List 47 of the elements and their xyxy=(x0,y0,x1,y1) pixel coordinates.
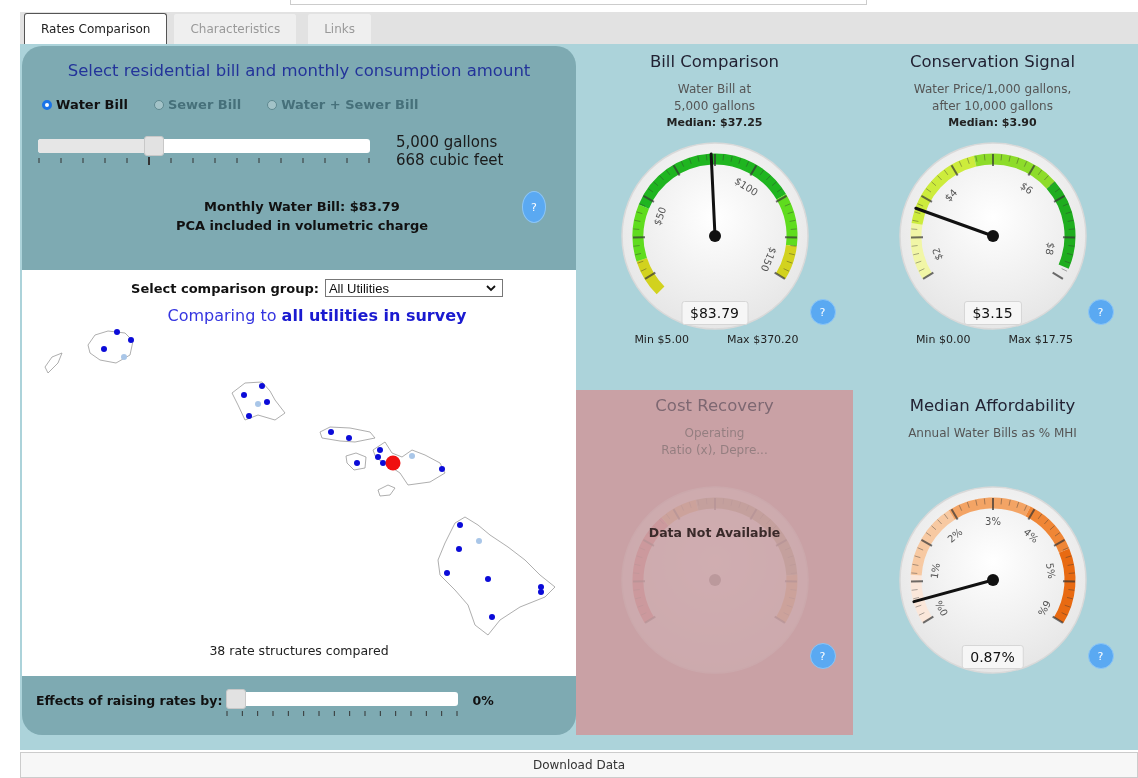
bill-summary: Monthly Water Bill: $83.79 xyxy=(204,199,400,214)
gauge-value: 0.87% xyxy=(961,645,1024,669)
structure-count: 38 rate structures compared xyxy=(209,643,389,658)
chevron-down-icon xyxy=(485,284,496,292)
tab[interactable]: Links xyxy=(307,13,372,44)
gauge-title: Bill Comparison xyxy=(649,52,780,71)
gauge-subtitle: Annual Water Bills as % MHI xyxy=(908,425,1077,442)
gauge-title: Conservation Signal xyxy=(910,52,1075,71)
rate-reading: 0% xyxy=(472,693,494,708)
help-button[interactable]: ? xyxy=(809,643,836,669)
gauge-median: Median: $3.90 xyxy=(948,116,1037,129)
help-button[interactable]: ? xyxy=(809,299,836,325)
help-button[interactable]: ? xyxy=(1087,643,1114,669)
gauge-min: Min $0.00 xyxy=(915,333,971,346)
slider-thumb[interactable] xyxy=(226,689,247,709)
consumption-reading: 668 cubic feet xyxy=(396,151,504,169)
tab[interactable]: Characteristics xyxy=(173,13,298,44)
gauge-max: Max $370.20 xyxy=(726,333,799,346)
slider-label: Effects of raising rates by: xyxy=(36,693,223,708)
gauge-subtitle: 5,000 gallons xyxy=(674,98,755,115)
slider[interactable] xyxy=(226,689,459,709)
gauge-median: Median: $37.25 xyxy=(666,116,763,129)
gauge-value: $83.79 xyxy=(681,301,748,325)
gauge-subtitle: Water Price/1,000 gallons, xyxy=(913,81,1072,98)
help-button[interactable]: ? xyxy=(1087,299,1114,325)
bill-summary: PCA included in volumetric charge xyxy=(175,218,428,233)
gauge-subtitle: after 10,000 gallons xyxy=(932,98,1053,115)
group-select[interactable]: All Utilities xyxy=(324,279,503,297)
radio-icon[interactable] xyxy=(42,99,52,110)
input-field[interactable] xyxy=(290,0,867,5)
notice-text: Data Not Available xyxy=(648,525,781,540)
tab[interactable]: Rates Comparison xyxy=(24,13,168,44)
gauge-value: $3.15 xyxy=(963,301,1022,325)
gauge-max: Max $17.75 xyxy=(1008,333,1074,346)
radio-option[interactable]: Water Bill xyxy=(42,97,128,112)
comparison-caption: Comparing to all utilities in survey xyxy=(166,306,467,325)
panel-title: Select residential bill and monthly consumption amount xyxy=(66,61,532,80)
gauge-min: Min $5.00 xyxy=(634,333,689,346)
gauge-subtitle: Water Bill at xyxy=(677,81,752,98)
gauge-title: Median Affordability xyxy=(909,396,1076,415)
slider[interactable] xyxy=(38,136,370,156)
download-button[interactable]: Download Data xyxy=(20,752,1138,778)
help-button[interactable]: ? xyxy=(522,191,546,223)
field-label: Select comparison group: xyxy=(131,280,319,296)
slider-thumb[interactable] xyxy=(144,136,165,156)
consumption-reading: 5,000 gallons xyxy=(396,133,499,151)
gauge-title: Cost Recovery xyxy=(655,396,774,415)
